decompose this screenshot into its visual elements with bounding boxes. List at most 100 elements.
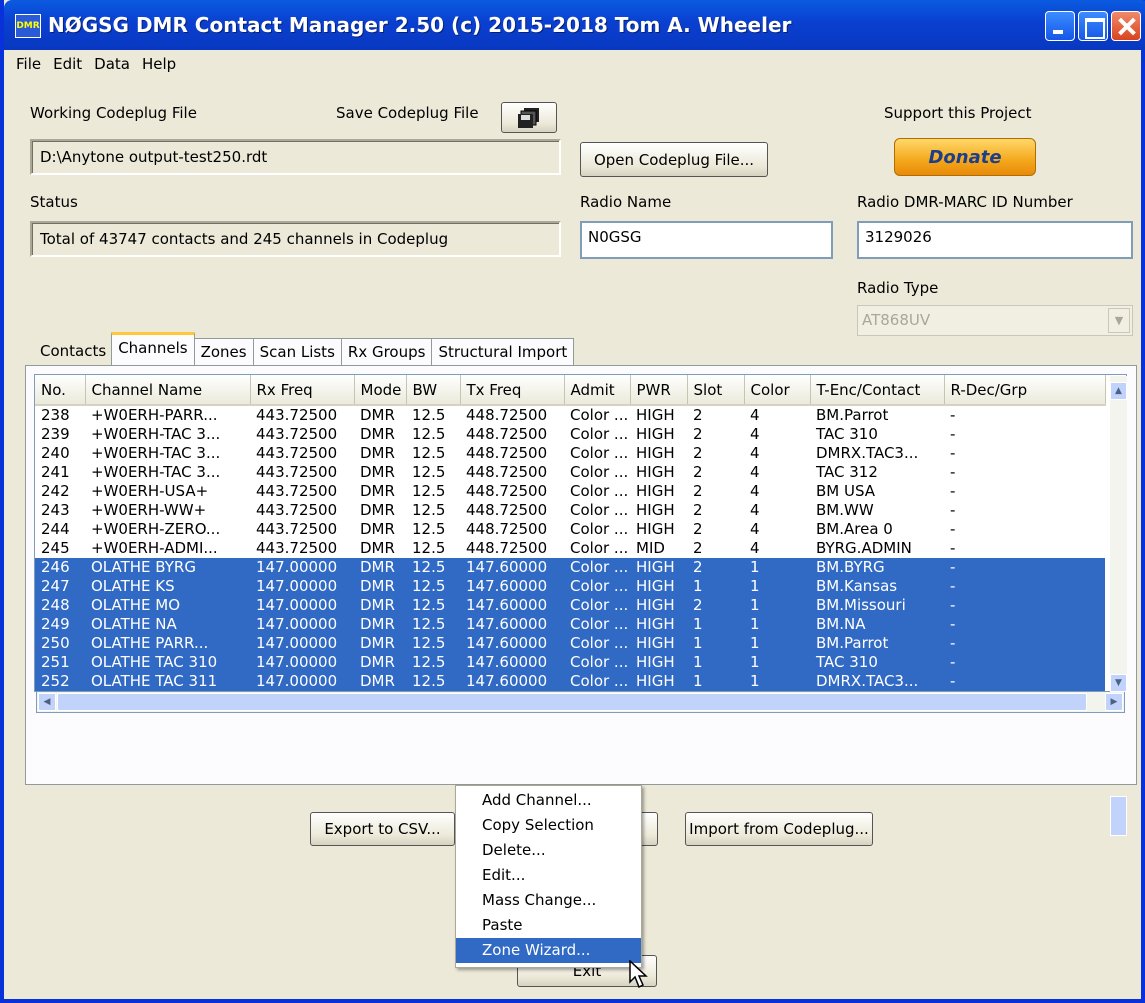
channels-table[interactable]: No. Channel Name Rx Freq Mode BW Tx Freq Admit…: [34, 374, 1127, 692]
table-cell: 147.60000: [460, 596, 564, 615]
table-cell: 147.00000: [250, 672, 354, 691]
table-cell: -: [950, 444, 956, 462]
table-row[interactable]: 244 +W0ERH-ZERO... 443.72500 DMR 12.5 448.725…: [35, 520, 1105, 539]
hscroll-thumb[interactable]: [57, 693, 1087, 711]
table-row[interactable]: 252 OLATHE TAC 311 147.00000 DMR 12.5 147.600…: [35, 672, 1105, 691]
table-cell: 1: [687, 672, 744, 691]
scroll-up-icon[interactable]: ▲: [1110, 382, 1127, 400]
table-cell: -: [950, 406, 956, 424]
column-header[interactable]: Mode: [354, 375, 407, 406]
menu-file[interactable]: File: [10, 55, 47, 73]
table-cell: 443.72500: [256, 463, 338, 481]
table-cell: Color ...: [570, 501, 629, 519]
table-row[interactable]: 250 OLATHE PARR... 147.00000 DMR 12.5 147.600…: [35, 634, 1105, 653]
context-menu-item[interactable]: Paste: [456, 913, 641, 938]
column-header[interactable]: Channel Name: [85, 375, 251, 406]
table-cell: 1: [687, 653, 744, 672]
context-menu-item[interactable]: Mass Change...: [456, 888, 641, 913]
table-row[interactable]: 251 OLATHE TAC 310 147.00000 DMR 12.5 147.600…: [35, 653, 1105, 672]
tab-rx-groups[interactable]: Rx Groups: [340, 338, 433, 366]
export-csv-button[interactable]: Export to CSV...: [310, 812, 455, 846]
table-cell: 2: [687, 596, 744, 615]
table-cell: Color ...: [570, 482, 629, 500]
table-row[interactable]: 249 OLATHE NA 147.00000 DMR 12.5 147.60000 Col…: [35, 615, 1105, 634]
menu-edit[interactable]: Edit: [47, 55, 88, 73]
table-cell: 12.5: [406, 558, 460, 577]
column-header[interactable]: Tx Freq: [460, 375, 565, 406]
column-header[interactable]: Color: [744, 375, 811, 406]
context-menu-item[interactable]: Edit...: [456, 863, 641, 888]
table-cell: 448.72500: [466, 444, 548, 462]
table-row[interactable]: 238 +W0ERH-PARR... 443.72500 DMR 12.5 448.725…: [35, 405, 1105, 425]
context-menu-item[interactable]: Copy Selection: [456, 813, 641, 838]
table-row[interactable]: 248 OLATHE MO 147.00000 DMR 12.5 147.60000 Col…: [35, 596, 1105, 615]
table-cell: 1: [744, 615, 810, 634]
chevron-down-icon[interactable]: ▼: [1108, 308, 1130, 333]
minimize-button[interactable]: [1045, 11, 1075, 41]
column-header[interactable]: Rx Freq: [250, 375, 355, 406]
menu-data[interactable]: Data: [88, 55, 136, 73]
table-cell: 443.72500: [256, 520, 338, 538]
window-title: NØGSG DMR Contact Manager 2.50 (c) 2015-…: [48, 13, 792, 37]
table-cell: OLATHE BYRG: [85, 558, 250, 577]
table-cell: 12.5: [412, 406, 446, 424]
table-row[interactable]: 239 +W0ERH-TAC 3... 443.72500 DMR 12.5 448.72…: [35, 425, 1105, 444]
table-cell: 4: [750, 501, 760, 519]
scroll-thumb[interactable]: [1110, 796, 1127, 836]
table-cell: 250: [35, 634, 85, 653]
scroll-left-icon[interactable]: ◀: [38, 693, 56, 711]
context-menu-item[interactable]: Zone Wizard...: [456, 938, 641, 963]
close-button[interactable]: [1111, 11, 1141, 41]
vertical-scrollbar[interactable]: ▲ ▼: [1110, 376, 1127, 836]
tab-structural-import[interactable]: Structural Import: [431, 338, 575, 366]
table-cell: 241: [41, 463, 70, 481]
table-cell: -: [950, 425, 956, 443]
table-row[interactable]: 241 +W0ERH-TAC 3... 443.72500 DMR 12.5 448.72…: [35, 463, 1105, 482]
column-header[interactable]: Slot: [687, 375, 745, 406]
table-cell: DMR: [360, 501, 395, 519]
table-row[interactable]: 246 OLATHE BYRG 147.00000 DMR 12.5 147.60000 C…: [35, 558, 1105, 577]
table-cell: 147.60000: [460, 634, 564, 653]
tab-channels[interactable]: Channels: [111, 332, 195, 366]
column-header[interactable]: BW: [406, 375, 461, 406]
menu-help[interactable]: Help: [136, 55, 182, 73]
column-header[interactable]: Admit: [564, 375, 631, 406]
table-row[interactable]: 243 +W0ERH-WW+ 443.72500 DMR 12.5 448.72500 Co…: [35, 501, 1105, 520]
column-header[interactable]: No.: [35, 375, 86, 406]
table-row[interactable]: 240 +W0ERH-TAC 3... 443.72500 DMR 12.5 448.72…: [35, 444, 1105, 463]
table-cell: 4: [750, 482, 760, 500]
context-menu-item[interactable]: Delete...: [456, 838, 641, 863]
support-label: Support this Project: [884, 104, 1032, 122]
donate-button[interactable]: Donate: [894, 138, 1036, 176]
column-header[interactable]: R-Dec/Grp: [944, 375, 1106, 406]
scroll-right-icon[interactable]: ▶: [1105, 693, 1123, 711]
tab-scan-lists[interactable]: Scan Lists: [252, 338, 342, 366]
save-icon: [518, 107, 539, 128]
open-codeplug-button[interactable]: Open Codeplug File...: [580, 142, 768, 177]
table-row[interactable]: 242 +W0ERH-USA+ 443.72500 DMR 12.5 448.72500 C…: [35, 482, 1105, 501]
table-cell: HIGH: [630, 596, 687, 615]
scroll-down-icon[interactable]: ▼: [1110, 674, 1127, 692]
save-codeplug-button[interactable]: [501, 102, 557, 133]
table-cell: 4: [750, 425, 760, 443]
maximize-button[interactable]: [1078, 11, 1108, 41]
tab-contacts[interactable]: Contacts: [34, 338, 112, 366]
radio-name-input[interactable]: N0GSG: [580, 221, 833, 259]
horizontal-scrollbar[interactable]: ◀ ▶: [36, 692, 1125, 713]
radio-id-input[interactable]: 3129026: [857, 221, 1133, 259]
column-header[interactable]: PWR: [630, 375, 688, 406]
table-row[interactable]: 247 OLATHE KS 147.00000 DMR 12.5 147.60000 Col…: [35, 577, 1105, 596]
table-cell: 12.5: [412, 501, 446, 519]
column-header[interactable]: T-Enc/Contact: [810, 375, 945, 406]
title-bar[interactable]: DMR NØGSG DMR Contact Manager 2.50 (c) 2…: [4, 0, 1145, 50]
import-codeplug-button[interactable]: Import from Codeplug...: [685, 812, 873, 846]
context-menu-item[interactable]: Add Channel...: [456, 788, 641, 813]
tab-strip: Contacts Channels Zones Scan Lists Rx Gr…: [34, 330, 575, 366]
table-cell: 147.00000: [250, 653, 354, 672]
table-cell: 448.72500: [466, 501, 548, 519]
tab-zones[interactable]: Zones: [193, 338, 254, 366]
table-row[interactable]: 245 +W0ERH-ADMI... 443.72500 DMR 12.5 448.725…: [35, 539, 1105, 558]
table-cell: +W0ERH-USA+: [91, 482, 209, 500]
table-cell: 1: [744, 672, 810, 691]
radio-type-select[interactable]: AT868UV ▼: [857, 305, 1133, 336]
